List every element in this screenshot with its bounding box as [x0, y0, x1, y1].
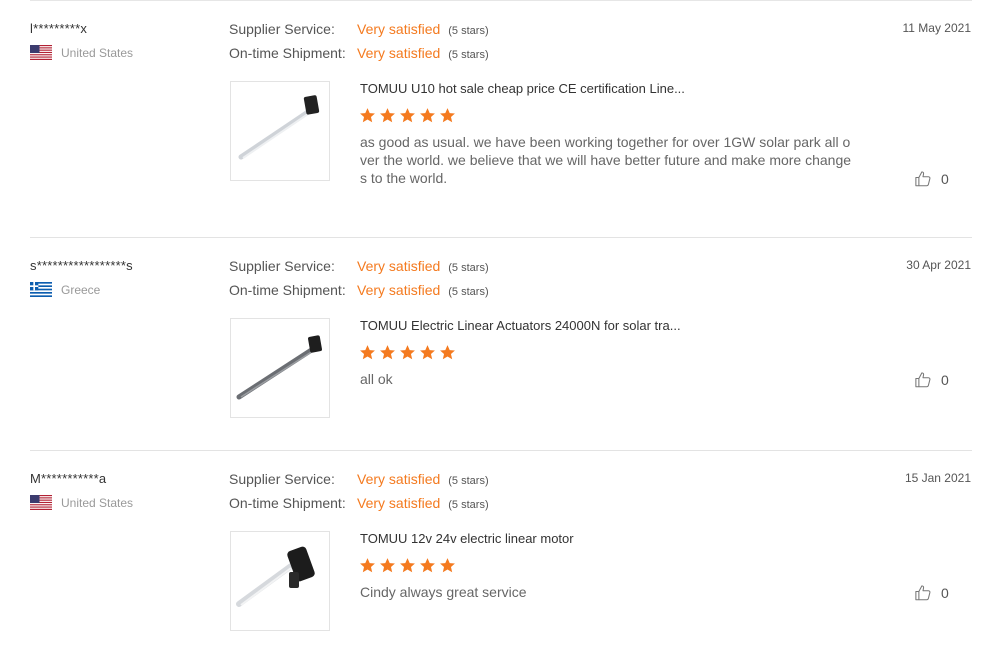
review-date: 15 Jan 2021	[904, 471, 971, 485]
linear-actuator-icon	[238, 95, 320, 160]
country-label: United States	[61, 495, 134, 510]
like-button[interactable]: 0	[914, 371, 949, 389]
reviewer-name: s*****************s	[30, 258, 133, 273]
shipment-value: Very satisfied	[357, 45, 441, 61]
star-icon	[380, 108, 395, 123]
shipment-label: On-time Shipment:	[229, 282, 346, 298]
supplier-service-stars: (5 stars)	[448, 25, 489, 37]
reviewer-country: United States	[30, 45, 133, 60]
thumbs-up-icon	[915, 585, 931, 601]
thumbs-up-icon	[915, 372, 931, 388]
country-label: United States	[61, 45, 134, 60]
star-icon	[360, 345, 375, 360]
product-rating-stars	[359, 107, 456, 124]
reviewer-country: Greece	[30, 282, 100, 297]
reviewer-name: M***********a	[30, 471, 107, 486]
shipment-rating: On-time Shipment: Very satisfied (5 star…	[229, 45, 489, 61]
review-comment: as good as usual. we have been working t…	[360, 134, 852, 186]
review-date: 30 Apr 2021	[906, 258, 971, 272]
review-item: s*****************s Greece Supplier Serv…	[0, 237, 990, 451]
star-icon	[420, 558, 435, 573]
review-comment: Cindy always great service	[360, 584, 527, 600]
shipment-rating: On-time Shipment: Very satisfied (5 star…	[229, 282, 489, 298]
star-icon	[440, 558, 455, 573]
product-thumbnail[interactable]	[230, 531, 330, 631]
supplier-service-value: Very satisfied	[357, 21, 441, 37]
supplier-service-label: Supplier Service:	[229, 258, 335, 274]
star-icon	[360, 108, 375, 123]
reviewer-country: United States	[30, 495, 133, 510]
star-icon	[400, 345, 415, 360]
thumbs-up-icon	[915, 171, 931, 187]
star-icon	[380, 558, 395, 573]
star-icon	[360, 558, 375, 573]
shipment-value: Very satisfied	[357, 282, 441, 298]
supplier-service-label: Supplier Service:	[229, 471, 335, 487]
flag-us-icon	[30, 45, 52, 60]
supplier-service-label: Supplier Service:	[229, 21, 335, 37]
star-icon	[440, 108, 455, 123]
review-comment: all ok	[360, 371, 393, 387]
review-date: 11 May 2021	[902, 21, 972, 35]
supplier-service-rating: Supplier Service: Very satisfied (5 star…	[229, 258, 489, 274]
star-icon	[420, 108, 435, 123]
supplier-service-stars: (5 stars)	[448, 262, 489, 274]
shipment-stars: (5 stars)	[448, 286, 489, 298]
product-rating-stars	[359, 344, 456, 361]
product-thumbnail[interactable]	[230, 81, 330, 181]
product-title[interactable]: TOMUU Electric Linear Actuators 24000N f…	[360, 318, 681, 333]
shipment-label: On-time Shipment:	[229, 45, 346, 61]
star-icon	[400, 108, 415, 123]
product-rating-stars	[359, 557, 456, 574]
star-icon	[380, 345, 395, 360]
star-icon	[440, 345, 455, 360]
linear-actuator-icon	[236, 546, 315, 607]
supplier-service-value: Very satisfied	[357, 258, 441, 274]
like-count: 0	[941, 171, 949, 187]
product-title[interactable]: TOMUU U10 hot sale cheap price CE certif…	[360, 81, 685, 96]
reviewer-name: l*********x	[30, 21, 88, 36]
shipment-stars: (5 stars)	[448, 499, 489, 511]
like-count: 0	[941, 372, 949, 388]
star-icon	[400, 558, 415, 573]
supplier-service-rating: Supplier Service: Very satisfied (5 star…	[229, 21, 489, 37]
country-label: Greece	[61, 282, 101, 297]
review-item: l*********x United States Supplier Servi…	[0, 0, 990, 238]
linear-actuator-icon	[236, 335, 322, 400]
flag-us-icon	[30, 495, 52, 510]
like-button[interactable]: 0	[914, 584, 949, 602]
supplier-service-rating: Supplier Service: Very satisfied (5 star…	[229, 471, 489, 487]
shipment-stars: (5 stars)	[448, 49, 489, 61]
like-count: 0	[941, 585, 949, 601]
supplier-service-value: Very satisfied	[357, 471, 441, 487]
supplier-service-stars: (5 stars)	[448, 475, 489, 487]
shipment-rating: On-time Shipment: Very satisfied (5 star…	[229, 495, 489, 511]
product-thumbnail[interactable]	[230, 318, 330, 418]
star-icon	[420, 345, 435, 360]
shipment-label: On-time Shipment:	[229, 495, 346, 511]
flag-greece-icon	[30, 282, 52, 297]
product-title[interactable]: TOMUU 12v 24v electric linear motor	[360, 531, 574, 546]
shipment-value: Very satisfied	[357, 495, 441, 511]
like-button[interactable]: 0	[914, 170, 949, 188]
review-item: M***********a United States Supplier Ser…	[0, 450, 990, 656]
